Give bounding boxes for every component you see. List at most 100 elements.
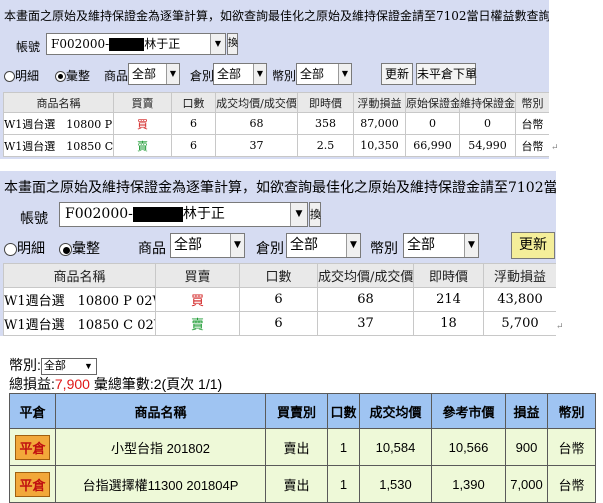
close-position-button[interactable]: 平倉 xyxy=(15,471,50,497)
column-header: 商品名稱 xyxy=(3,92,114,113)
column-header: 口數 xyxy=(239,263,318,288)
column-header: 參考市價 xyxy=(431,393,506,429)
radio-detail[interactable]: 明細 xyxy=(4,238,45,258)
table-cell: 0 xyxy=(405,112,460,135)
chevron-down-icon[interactable]: ▼ xyxy=(338,64,351,84)
account-select[interactable]: F002000- 林于正 ▼ xyxy=(59,202,308,227)
refresh-button[interactable]: 更新 xyxy=(381,63,413,85)
close-position-order-button[interactable]: 未平倉下單 xyxy=(416,63,477,85)
summary-currency-value: 全部 xyxy=(43,359,66,372)
refresh-button[interactable]: 更新 xyxy=(511,232,555,259)
table-header: 平倉 商品名稱 買賣別 口數 成交均價 參考市價 損益 幣別 xyxy=(9,393,596,429)
column-header: 買賣 xyxy=(155,263,240,288)
margin-notice: 本畫面之原始及維持保證金為逐筆計算，如欲查詢最佳化之原始及維持保證金請至7102… xyxy=(4,9,549,23)
radio-summary-dot[interactable] xyxy=(59,242,72,256)
chevron-down-icon[interactable]: ▼ xyxy=(230,234,244,257)
table-cell: 小型台指 201802 xyxy=(55,428,266,466)
position-value: 全部 xyxy=(290,237,318,253)
account-label: 帳號 xyxy=(20,211,48,227)
return-mark: ↵ xyxy=(551,143,559,153)
table-cell: W1週台選 10800 P 02W1 xyxy=(3,112,114,135)
summary-currency-select[interactable]: 全部 ▼ xyxy=(40,357,97,375)
column-header: 平倉 xyxy=(9,393,56,429)
table-cell: 2.5 xyxy=(297,134,354,157)
product-label: 商品 xyxy=(138,241,166,257)
summary-currency-label: 幣別: xyxy=(9,357,41,373)
summary-currency-row: 幣別: 全部 ▼ xyxy=(9,355,97,375)
close-position-button[interactable]: 平倉 xyxy=(15,434,50,460)
summary-table: 平倉 商品名稱 買賣別 口數 成交均價 參考市價 損益 幣別 平倉 小型台指 201802 賣出 1… xyxy=(9,393,596,503)
table-cell: 1 xyxy=(327,428,360,466)
table-row[interactable]: W1週台選 10850 C 02W1賣637185,700 xyxy=(3,311,556,336)
table-cell: 214 xyxy=(413,287,484,312)
radio-detail-dot[interactable] xyxy=(4,71,15,82)
column-header: 成交均價/成交價 xyxy=(317,263,414,288)
account-label: 帳號 xyxy=(16,40,41,54)
account-select[interactable]: F002000- 林于正 ▼ xyxy=(46,33,226,55)
cover-cell: 平倉 xyxy=(9,465,56,503)
product-label: 商品 xyxy=(104,69,129,83)
product-select[interactable]: 全部 ▼ xyxy=(128,63,180,85)
table-cell: 6 xyxy=(239,287,318,312)
currency-label: 幣別 xyxy=(272,69,297,83)
currency-select[interactable]: 全部 ▼ xyxy=(403,233,479,258)
column-header: 幣別 xyxy=(515,92,549,113)
total-pl-label: 總損益: xyxy=(9,376,55,392)
radio-summary[interactable]: 彙整 xyxy=(55,67,90,84)
table-cell: W1週台選 10800 P 02W1 xyxy=(3,287,156,312)
positions-table: 商品名稱 買賣 口數 成交均價/成交價 即時價 浮動損益 W1週台選 10800 P 02… xyxy=(3,263,556,336)
chevron-down-icon[interactable]: ▼ xyxy=(464,234,478,257)
column-header: 幣別 xyxy=(547,393,596,429)
column-header: 買賣 xyxy=(113,92,172,113)
chevron-down-icon[interactable]: ▼ xyxy=(84,359,93,374)
table-header: 商品名稱 買賣 口數 成交均價/成交價 即時價 浮動損益 原始保證金 維持保證金 幣別 xyxy=(3,92,549,113)
radio-summary[interactable]: 彙整 xyxy=(59,238,100,258)
table-cell: 900 xyxy=(505,428,548,466)
table-cell: 賣出 xyxy=(265,428,328,466)
column-header: 商品名稱 xyxy=(3,263,156,288)
table-cell: 10,566 xyxy=(431,428,506,466)
position-panel-compact: 本畫面之原始及維持保證金為逐筆計算，如欲查詢最佳化之原始及維持保證金請至7102… xyxy=(0,0,549,159)
table-cell: 54,990 xyxy=(459,134,516,157)
table-cell: 7,000 xyxy=(505,465,548,503)
table-cell: 賣 xyxy=(113,134,172,157)
product-select[interactable]: 全部 ▼ xyxy=(170,233,245,258)
table-cell: 賣 xyxy=(155,311,240,336)
column-header: 原始保證金 xyxy=(405,92,460,113)
table-cell: 43,800 xyxy=(483,287,556,312)
table-cell: 1 xyxy=(327,465,360,503)
table-row[interactable]: W1週台選 10850 C 02W1賣6372.510,35066,99054,… xyxy=(3,134,549,157)
radio-detail[interactable]: 明細 xyxy=(4,67,39,84)
column-header: 買賣別 xyxy=(265,393,328,429)
position-select[interactable]: 全部 ▼ xyxy=(286,233,361,258)
account-switch-button[interactable]: 換 xyxy=(227,33,238,55)
position-select[interactable]: 全部 ▼ xyxy=(213,63,267,85)
table-row[interactable]: 平倉 台指選擇權11300 201804P 賣出 1 1,530 1,390 7,000 台幣 xyxy=(9,465,596,503)
column-header: 維持保證金 xyxy=(459,92,516,113)
account-switch-button[interactable]: 換 xyxy=(309,202,321,227)
table-cell: 358 xyxy=(297,112,354,135)
total-pl-value: 7,900 xyxy=(54,376,90,392)
account-redaction xyxy=(132,206,183,222)
table-cell: W1週台選 10850 C 02W1 xyxy=(3,134,114,157)
radio-summary-dot[interactable] xyxy=(55,71,66,82)
chevron-down-icon[interactable]: ▼ xyxy=(166,64,179,84)
table-cell: 買 xyxy=(155,287,240,312)
column-header: 成交均價/成交價 xyxy=(215,92,298,113)
chevron-down-icon[interactable]: ▼ xyxy=(290,203,307,226)
table-cell: 68 xyxy=(317,287,414,312)
table-row[interactable]: W1週台選 10800 P 02W1買66821443,800 xyxy=(3,287,556,312)
table-cell: 68 xyxy=(215,112,298,135)
table-row[interactable]: 平倉 小型台指 201802 賣出 1 10,584 10,566 900 台幣 xyxy=(9,428,596,466)
chevron-down-icon[interactable]: ▼ xyxy=(253,64,266,84)
account-name: 林于正 xyxy=(144,37,181,51)
chevron-down-icon[interactable]: ▼ xyxy=(210,34,225,54)
currency-select[interactable]: 全部 ▼ xyxy=(296,63,352,85)
account-prefix: F002000- xyxy=(65,206,133,222)
chevron-down-icon[interactable]: ▼ xyxy=(346,234,360,257)
radio-detail-dot[interactable] xyxy=(4,242,17,256)
table-cell: 台指選擇權11300 201804P xyxy=(55,465,266,503)
account-prefix: F002000- xyxy=(51,37,110,51)
table-row[interactable]: W1週台選 10800 P 02W1買66835887,00000台幣 xyxy=(3,112,549,135)
currency-label: 幣別 xyxy=(370,241,398,257)
